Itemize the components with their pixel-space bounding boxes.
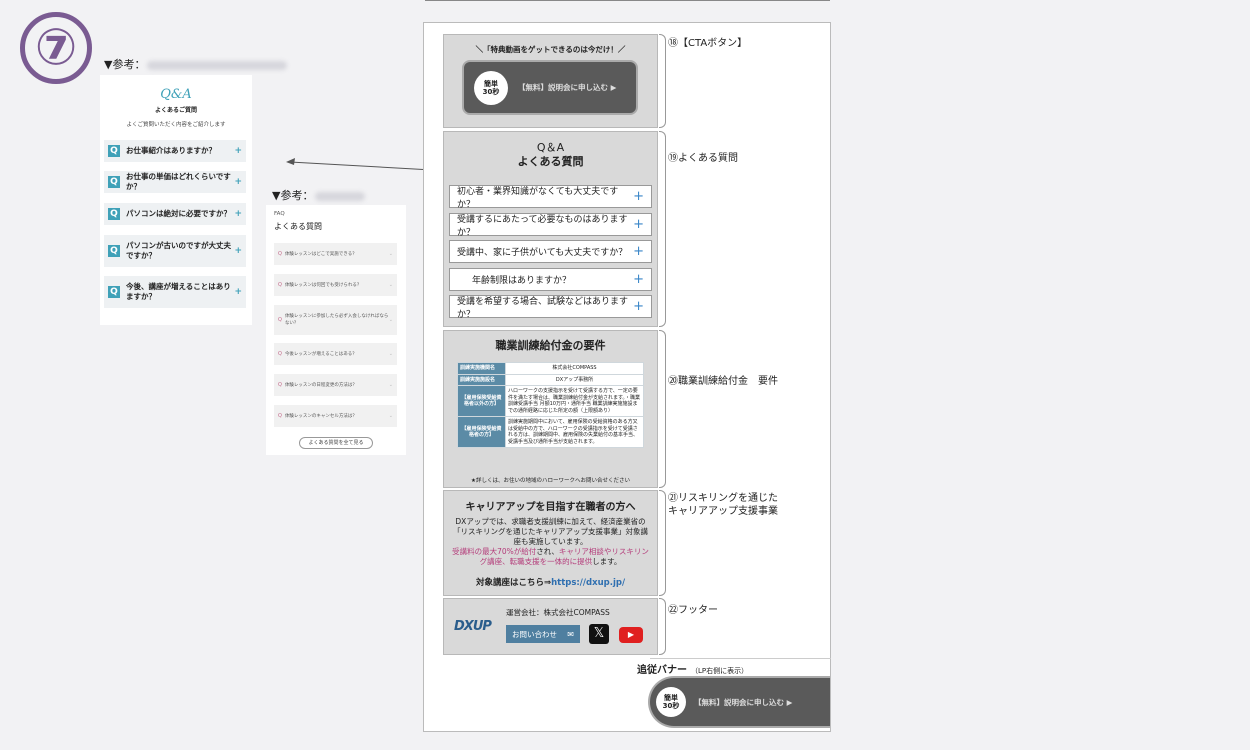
requirements-section: 職業訓練給付金の要件 訓練実施機関名 株式会社COMPASS 訓練実施施設名 DXア… <box>443 330 658 488</box>
requirements-table: 訓練実施機関名 株式会社COMPASS 訓練実施施設名 DXアップ事務所 【雇用保険… <box>457 362 644 448</box>
ref1-faq-item: Q 今後、講座が増えることはありますか？ + <box>104 276 246 308</box>
note-faq: ⑲よくある質問 <box>668 153 738 164</box>
table-row: 【雇用保険受給資格者以外の方】 ハローワークの支援指示を受けて受講する方で、一定の… <box>457 385 644 417</box>
q-icon: Q <box>108 208 120 220</box>
table-row: 訓練実施機関名 株式会社COMPASS <box>457 362 644 375</box>
ref2-faq-item: Q 体験レッスンに参加したら必ず入会しなければならない？ ⌄ <box>274 305 397 335</box>
reference-screenshot-2: FAQ よくある質問 Q 体験レッスンはどこで実施できる？ ⌄ Q 体験レッスンは何回… <box>266 205 406 455</box>
mail-icon: ✉ <box>567 629 574 639</box>
annotation-bracket <box>659 330 666 488</box>
career-body: DXアップでは、求職者支援訓練に加えて、経済産業省の「リスキリングを通じたキャリ… <box>453 517 648 546</box>
ref1-faq-item: Q パソコンは絶対に必要ですか？ + <box>104 203 246 225</box>
plus-icon: + <box>234 209 242 219</box>
contact-button[interactable]: お問い合わせ ✉ <box>506 625 580 643</box>
ref2-faq-item: Q 体験レッスンはどこで実施できる？ ⌄ <box>274 243 397 265</box>
career-section: キャリアアップを目指す在職者の方へ DXアップでは、求職者支援訓練に加えて、経済… <box>443 490 658 596</box>
follow-banner-button[interactable]: 簡単 30秒 【無料】説明会に申し込む ▶ <box>648 676 830 728</box>
reference-label-2: ▼参考： <box>272 187 366 203</box>
faq-item[interactable]: 初心者・業界知識がなくても大丈夫ですか？ + <box>449 185 652 210</box>
table-row: 【雇用保険受給資格者の方】 訓練実施期間中において、雇用保険の受給資格のある方又は… <box>457 416 644 448</box>
career-title: キャリアアップを目指す在職者の方へ <box>465 502 636 513</box>
career-link-row: 対象講座はこちら⇒https://dxup.jp/ <box>475 578 626 588</box>
blurred-url <box>315 191 366 201</box>
table-row: 訓練実施施設名 DXアップ事務所 <box>457 373 644 386</box>
reference-screenshot-1: Q&A よくあるご質問 よくご質問いただく内容をご紹介します Q お仕事紹介はあり… <box>100 75 252 325</box>
footer-section: DXUP 運営会社：株式会社COMPASS お問い合わせ ✉ 𝕏 ▶ <box>443 598 658 655</box>
cta-apply-button[interactable]: 簡単 30秒 【無料】説明会に申し込む ▶ <box>462 60 638 115</box>
chevron-down-icon: ⌄ <box>388 413 393 419</box>
follow-banner-label: 追従バナー （LP右側に表示） <box>637 665 749 676</box>
plus-icon: + <box>234 146 242 156</box>
ref2-faq-item: Q 今後レッスンが増えることはある？ ⌄ <box>274 343 397 365</box>
plus-icon: + <box>633 244 644 259</box>
ref1-title: よくあるご質問 <box>154 107 197 114</box>
chevron-down-icon: ⌄ <box>388 282 393 288</box>
youtube-icon[interactable]: ▶ <box>619 627 643 643</box>
cta-badge: 簡単 30秒 <box>474 70 508 105</box>
reference-label-1: ▼参考： <box>104 56 288 72</box>
ref1-faq-item: Q パソコンが古いのですが大丈夫ですか？ + <box>104 235 246 267</box>
career-highlight: 受講料の最大70%が給付され、キャリア相談やリスキリング講座、転職支援を一体的に… <box>452 547 649 566</box>
follow-badge: 簡単 30秒 <box>656 687 686 717</box>
dxup-logo: DXUP <box>454 619 492 634</box>
chevron-down-icon: ⌄ <box>388 382 393 388</box>
requirements-footnote: ★詳しくは、お住いの地域のハローワークへお問い合せください <box>471 478 630 484</box>
requirements-title: 職業訓練給付金の要件 <box>495 339 606 352</box>
q-icon: Q <box>108 286 120 298</box>
plus-icon: + <box>234 287 242 297</box>
ref2-faq-item: Q 体験レッスンのキャンセル方法は？ ⌄ <box>274 405 397 427</box>
career-link[interactable]: https://dxup.jp/ <box>551 578 625 588</box>
cta-headline: ＼「特典動画をゲットできるのは今だけ！／ <box>475 45 626 54</box>
ref2-faq-item: Q 体験レッスンは何回でも受けられる？ ⌄ <box>274 274 397 296</box>
ref2-title: よくある質問 <box>274 222 322 231</box>
note-career-line1: ㉑リスキリングを通じた <box>668 493 778 504</box>
ref1-subtitle: よくご質問いただく内容をご紹介します <box>126 122 226 128</box>
plus-icon: + <box>633 189 644 204</box>
q-icon: Q <box>108 245 120 257</box>
divider <box>650 658 831 659</box>
ref1-script-title: Q&A <box>160 87 192 102</box>
note-footer: ㉒フッター <box>668 605 718 616</box>
note-cta: ⑱【CTAボタン】 <box>668 38 748 49</box>
q-icon: Q <box>108 145 120 157</box>
cta-button-label: 【無料】説明会に申し込む ▶ <box>518 83 617 92</box>
q-icon: Q <box>108 176 120 188</box>
annotation-bracket <box>659 598 666 655</box>
faq-item[interactable]: 受講中、家に子供がいても大丈夫ですか？ + <box>449 240 652 263</box>
ref1-faq-item: Q お仕事の単価はどれくらいですか？ + <box>104 171 246 193</box>
annotation-bracket <box>659 34 666 128</box>
faq-item[interactable]: 受講を希望する場合、試験などはありますか？ + <box>449 295 652 320</box>
frame-top-line <box>425 0 830 1</box>
chevron-down-icon: ⌄ <box>388 317 393 323</box>
plus-icon: + <box>633 217 644 232</box>
plus-icon: + <box>234 177 242 187</box>
faq-item[interactable]: 受講するにあたって必要なものはありますか？ + <box>449 213 652 238</box>
plus-icon: + <box>234 246 242 256</box>
footer-operator: 運営会社：株式会社COMPASS <box>506 608 610 617</box>
ref1-faq-item: Q お仕事紹介はありますか？ + <box>104 140 246 162</box>
x-twitter-icon[interactable]: 𝕏 <box>589 624 609 644</box>
faq-title: よくある質問 <box>517 155 584 168</box>
blurred-url <box>147 60 288 70</box>
annotation-bracket <box>659 131 666 327</box>
note-career-line2: キャリアアップ支援事業 <box>668 506 778 517</box>
note-requirements: ⑳職業訓練給付金 要件 <box>668 376 778 387</box>
plus-icon: + <box>633 272 644 287</box>
faq-item[interactable]: 年齢制限はありますか？ + <box>449 268 652 291</box>
ref2-faq-item: Q 体験レッスンの日程変更の方法は？ ⌄ <box>274 374 397 396</box>
annotation-bracket <box>659 490 666 596</box>
chevron-down-icon: ⌄ <box>388 251 393 257</box>
faq-section: Q＆A よくある質問 初心者・業界知識がなくても大丈夫ですか？ + 受講するにあた… <box>443 131 658 327</box>
cta-section: ＼「特典動画をゲットできるのは今だけ！／ 簡単 30秒 【無料】説明会に申し込む … <box>443 34 658 128</box>
step-number-badge: ⑦ <box>20 12 92 84</box>
plus-icon: + <box>633 299 644 314</box>
chevron-down-icon: ⌄ <box>388 351 393 357</box>
ref2-view-all-button: よくある質問を全て見る <box>299 437 373 449</box>
ref2-eyebrow: FAQ <box>274 211 285 217</box>
follow-button-label: 【無料】説明会に申し込む ▶ <box>694 697 793 707</box>
